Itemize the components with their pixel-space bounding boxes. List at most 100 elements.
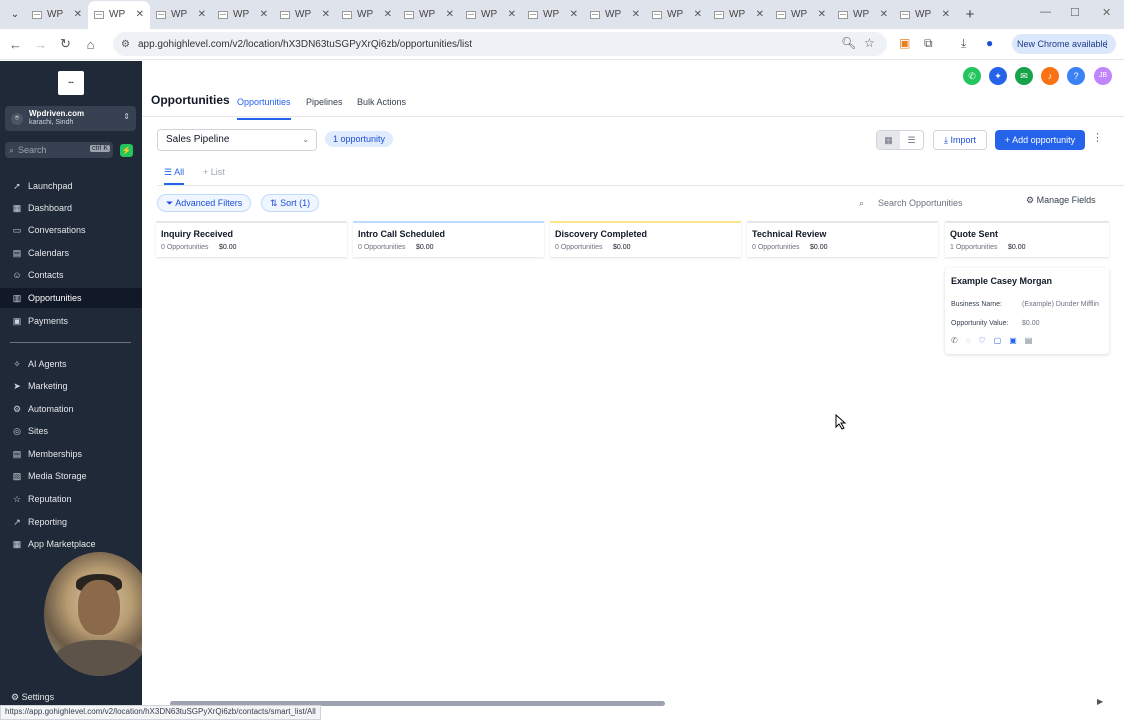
browser-tab[interactable]: — WP ✕ [398, 1, 460, 29]
close-tab-icon[interactable]: ✕ [74, 9, 82, 20]
browser-tab[interactable]: — WP ✕ [522, 1, 584, 29]
notification-bell-icon[interactable]: ♪ [1041, 67, 1059, 85]
browser-tab-active[interactable]: — WP ✕ [88, 0, 150, 29]
magic-icon[interactable]: ✦ [989, 67, 1007, 85]
sidebar-item-reputation[interactable]: ☆ Reputation [0, 489, 142, 509]
sidebar-item-media-storage[interactable]: ▧ Media Storage [0, 466, 142, 486]
more-options-icon[interactable]: ⋮ [1092, 131, 1103, 144]
note-icon[interactable]: ▢ [994, 336, 1002, 345]
close-tab-icon[interactable]: ✕ [260, 9, 268, 20]
sidebar-item-launchpad[interactable]: ➚ Launchpad [0, 176, 142, 196]
sidebar-item-automation[interactable]: ⚙ Automation [0, 399, 142, 419]
close-tab-icon[interactable]: ✕ [136, 9, 144, 20]
sort-button[interactable]: ⇅ Sort (1) [261, 194, 320, 212]
opportunity-name[interactable]: Example Casey Morgan [951, 276, 1052, 286]
subtab-all[interactable]: ☰ All [164, 167, 185, 185]
quick-action-bolt-icon[interactable]: ⚡ [120, 144, 133, 157]
company-logo[interactable]: ▪▪▪ [58, 71, 84, 95]
tab-pipelines[interactable]: Pipelines [306, 97, 343, 107]
new-tab-icon[interactable]: + [960, 6, 980, 23]
sidebar-item-dashboard[interactable]: ▦ Dashboard [0, 198, 142, 218]
sidebar-item-settings[interactable]: ⚙ Settings [11, 692, 54, 703]
new-chrome-button[interactable]: New Chrome available ⋮ [1012, 34, 1116, 54]
chrome-menu-icon[interactable]: ⋮ [1102, 39, 1111, 50]
zoom-icon[interactable]: 🔍︎ [841, 36, 856, 50]
browser-tab[interactable]: — WP ✕ [584, 1, 646, 29]
sidebar-item-reporting[interactable]: ↗ Reporting [0, 512, 142, 532]
forward-icon[interactable]: → [28, 37, 53, 52]
tab-bulk-actions[interactable]: Bulk Actions [357, 97, 406, 107]
account-switcher[interactable]: ⌾ Wpdriven.com karachi, Sindh ⇕ [5, 106, 136, 131]
profile-icon[interactable]: ● [986, 36, 993, 50]
browser-tab[interactable]: — WP ✕ [460, 1, 522, 29]
sidebar-item-ai-agents[interactable]: ✧ AI Agents [0, 354, 142, 374]
browser-tab[interactable]: — WP ✕ [770, 1, 832, 29]
opportunity-card[interactable]: Example Casey Morgan Business Name: (Exa… [945, 268, 1109, 354]
browser-tab[interactable]: — WP ✕ [26, 1, 88, 29]
announcement-icon[interactable]: ✉ [1015, 67, 1033, 85]
maximize-icon[interactable]: ☐ [1070, 6, 1080, 19]
message-icon[interactable]: ◌ [966, 336, 971, 345]
close-tab-icon[interactable]: ✕ [570, 9, 578, 20]
task-icon[interactable]: ▣ [1009, 336, 1017, 345]
import-button[interactable]: ⤓ Import [933, 130, 987, 150]
sidebar-item-calendars[interactable]: ▤ Calendars [0, 243, 142, 263]
browser-tab[interactable]: — WP ✕ [832, 1, 894, 29]
scroll-right-icon[interactable]: ▶ [1097, 697, 1103, 706]
sidebar-search[interactable]: ⌕ Search ctrl K [5, 142, 113, 158]
help-icon[interactable]: ? [1067, 67, 1085, 85]
sidebar-item-opportunities[interactable]: ▥ Opportunities [0, 288, 142, 308]
close-tab-icon[interactable]: ✕ [818, 9, 826, 20]
pipeline-select[interactable]: Sales Pipeline ⌄ [157, 129, 317, 151]
sidebar-item-sites[interactable]: ◎ Sites [0, 421, 142, 441]
browser-tab[interactable]: — WP ✕ [274, 1, 336, 29]
phone-icon[interactable]: ✆ [963, 67, 981, 85]
sidebar-item-contacts[interactable]: ☺ Contacts [0, 265, 142, 285]
sidebar-item-conversations[interactable]: ▭ Conversations [0, 220, 142, 240]
advanced-filters-button[interactable]: ⏷ Advanced Filters [157, 194, 252, 212]
sidebar-item-payments[interactable]: ▣ Payments [0, 311, 142, 331]
close-tab-icon[interactable]: ✕ [694, 9, 702, 20]
reload-icon[interactable]: ↻ [53, 36, 78, 52]
calendar-icon[interactable]: ▤ [1025, 336, 1033, 345]
tab-opportunities[interactable]: Opportunities [237, 97, 291, 120]
bookmark-star-icon[interactable]: ☆ [864, 36, 875, 50]
call-icon[interactable]: ✆ [951, 336, 958, 345]
minimize-icon[interactable]: — [1040, 6, 1051, 18]
browser-tab[interactable]: — WP ✕ [150, 1, 212, 29]
close-tab-icon[interactable]: ✕ [942, 9, 950, 20]
close-tab-icon[interactable]: ✕ [508, 9, 516, 20]
close-tab-icon[interactable]: ✕ [632, 9, 640, 20]
subtab-add-list[interactable]: + List [203, 167, 225, 177]
close-tab-icon[interactable]: ✕ [322, 9, 330, 20]
download-icon[interactable]: ⤓ [961, 36, 966, 51]
site-info-icon[interactable]: ⚙ [121, 39, 130, 50]
close-tab-icon[interactable]: ✕ [198, 9, 206, 20]
search-opportunities-input[interactable]: ⌕ Search Opportunities [850, 194, 1018, 212]
back-icon[interactable]: ← [3, 37, 28, 52]
browser-tab[interactable]: — WP ✕ [212, 1, 274, 29]
board-view-icon[interactable]: ▦ [877, 131, 900, 149]
manage-fields-button[interactable]: ⚙ Manage Fields [1026, 195, 1096, 206]
tag-icon[interactable]: ♡ [978, 336, 985, 345]
sidebar-item-marketing[interactable]: ➤ Marketing [0, 376, 142, 396]
add-opportunity-button[interactable]: + Add opportunity [995, 130, 1085, 150]
browser-tab[interactable]: — WP ✕ [646, 1, 708, 29]
close-tab-icon[interactable]: ✕ [384, 9, 392, 20]
sidebar-item-app-marketplace[interactable]: ▦ App Marketplace [0, 534, 142, 554]
list-view-icon[interactable]: ☰ [900, 131, 923, 149]
sidebar-item-memberships[interactable]: ▤ Memberships [0, 444, 142, 464]
close-window-icon[interactable]: ✕ [1102, 6, 1111, 19]
browser-tab[interactable]: — WP ✕ [708, 1, 770, 29]
extension-icon[interactable]: ▣ [899, 36, 910, 50]
close-tab-icon[interactable]: ✕ [880, 9, 888, 20]
tab-search-icon[interactable]: ⌄ [4, 4, 26, 26]
browser-tab[interactable]: — WP ✕ [336, 1, 398, 29]
extensions-puzzle-icon[interactable]: ⧉ [924, 36, 933, 51]
close-tab-icon[interactable]: ✕ [756, 9, 764, 20]
home-icon[interactable]: ⌂ [78, 37, 103, 52]
user-avatar[interactable]: JB [1094, 67, 1112, 85]
url-field[interactable]: ⚙ app.gohighlevel.com/v2/location/hX3DN6… [113, 32, 887, 56]
close-tab-icon[interactable]: ✕ [446, 9, 454, 20]
browser-tab[interactable]: — WP ✕ [894, 1, 956, 29]
